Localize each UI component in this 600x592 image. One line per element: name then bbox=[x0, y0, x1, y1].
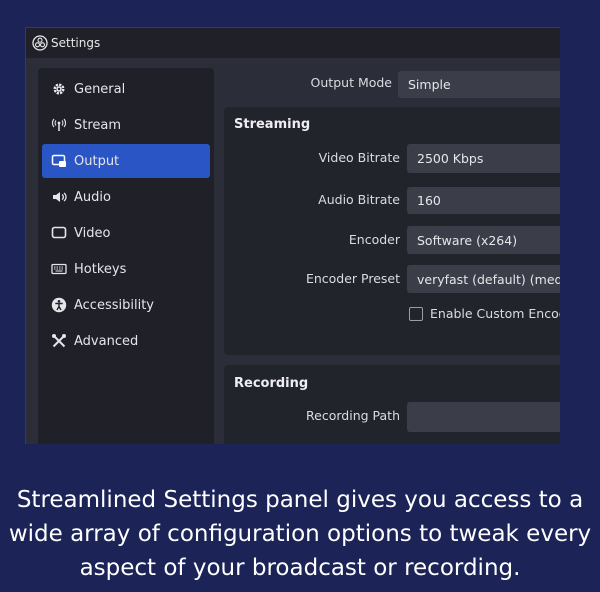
sidebar-item-video[interactable]: Video bbox=[42, 216, 210, 250]
output-icon bbox=[50, 152, 68, 170]
output-mode-label: Output Mode bbox=[310, 75, 392, 90]
sidebar-item-output[interactable]: Output bbox=[42, 144, 210, 178]
recording-path-label: Recording Path bbox=[306, 408, 400, 423]
sidebar-item-label: Audio bbox=[74, 189, 111, 205]
monitor-icon bbox=[50, 224, 68, 242]
sidebar-item-general[interactable]: General bbox=[42, 72, 210, 106]
recording-path-input[interactable] bbox=[407, 402, 560, 432]
custom-encoder-label: Enable Custom Encod bbox=[430, 306, 560, 321]
window-title: Settings bbox=[51, 36, 101, 50]
sidebar-item-audio[interactable]: Audio bbox=[42, 180, 210, 214]
promo-caption: Streamlined Settings panel gives you acc… bbox=[8, 487, 592, 581]
sidebar-item-label: Stream bbox=[74, 117, 122, 133]
sidebar-item-label: General bbox=[74, 81, 126, 97]
sidebar-item-advanced[interactable]: Advanced bbox=[42, 324, 210, 358]
speaker-icon bbox=[50, 188, 68, 206]
custom-encoder-checkbox[interactable] bbox=[409, 307, 423, 321]
title-bar: Settings bbox=[26, 28, 560, 58]
sidebar-item-label: Output bbox=[74, 153, 120, 169]
encoder-select[interactable]: Software (x264) bbox=[407, 226, 560, 254]
obs-logo-icon bbox=[32, 35, 48, 51]
sidebar-item-label: Hotkeys bbox=[74, 261, 127, 277]
sidebar-item-label: Advanced bbox=[74, 333, 139, 349]
audio-bitrate-select[interactable]: 160 bbox=[407, 187, 560, 214]
antenna-icon bbox=[50, 116, 68, 134]
sidebar-item-label: Video bbox=[74, 225, 111, 241]
sidebar-item-accessibility[interactable]: Accessibility bbox=[42, 288, 210, 322]
settings-sidebar: General Stream Output Audio Video Hotkey… bbox=[38, 68, 214, 444]
streaming-group-title: Streaming bbox=[234, 117, 311, 132]
audio-bitrate-label: Audio Bitrate bbox=[318, 192, 400, 207]
streaming-group: Streaming Video Bitrate 2500 Kbps Audio … bbox=[224, 107, 560, 355]
settings-window: Settings General Stream Output Audio Vid… bbox=[25, 27, 560, 444]
tools-icon bbox=[50, 332, 68, 350]
gear-icon bbox=[50, 80, 68, 98]
sidebar-item-stream[interactable]: Stream bbox=[42, 108, 210, 142]
sidebar-item-label: Accessibility bbox=[74, 297, 154, 313]
output-mode-select[interactable]: Simple bbox=[398, 71, 560, 98]
sidebar-item-hotkeys[interactable]: Hotkeys bbox=[42, 252, 210, 286]
recording-group-title: Recording bbox=[234, 376, 309, 391]
keyboard-icon bbox=[50, 260, 68, 278]
recording-group: Recording Recording Path bbox=[224, 365, 560, 444]
video-bitrate-input[interactable]: 2500 Kbps bbox=[407, 144, 560, 173]
encoder-label: Encoder bbox=[348, 232, 400, 247]
encoder-preset-select[interactable]: veryfast (default) (mediu bbox=[407, 265, 560, 293]
accessibility-icon bbox=[50, 296, 68, 314]
encoder-preset-label: Encoder Preset bbox=[305, 271, 400, 286]
video-bitrate-label: Video Bitrate bbox=[318, 150, 400, 165]
